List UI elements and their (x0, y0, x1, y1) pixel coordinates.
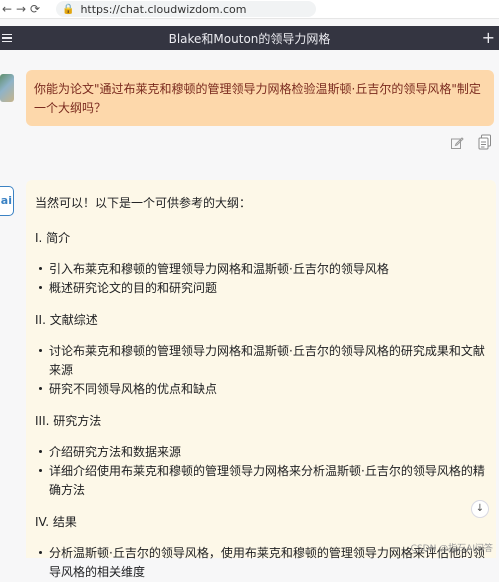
list-item: 概述研究论文的目的和研究问题 (35, 279, 486, 298)
browser-toolbar: ← → ⟳ 🔒 https://chat.cloudwizdom.com (0, 0, 499, 19)
url-text: https://chat.cloudwizdom.com (80, 2, 247, 16)
assistant-avatar: ai (0, 186, 14, 216)
edit-icon[interactable] (450, 136, 464, 150)
assistant-message-row: ai 当然可以！以下是一个可供参考的大纲： I. 简介 引入布莱克和穆顿的管理领… (0, 170, 499, 579)
assistant-intro: 当然可以！以下是一个可供参考的大纲： (35, 196, 252, 210)
chat-title: Blake和Mouton的领导力网格 (168, 31, 331, 46)
forward-icon[interactable]: → (14, 2, 28, 16)
chat-header: Blake和Mouton的领导力网格 + (0, 26, 499, 50)
user-message-text: 你能为论文"通过布莱克和穆顿的管理领导力网格检验温斯顿·丘吉尔的领导风格"制定一… (34, 82, 481, 115)
watermark: CSDN @指石AI问答 (410, 544, 493, 554)
outline-heading: II. 文献综述 (35, 313, 98, 327)
list-item: 引入布莱克和穆顿的管理领导力网格和温斯顿·丘吉尔的领导风格 (35, 260, 486, 279)
list-item: 介绍研究方法和数据来源 (35, 443, 486, 462)
reload-icon[interactable]: ⟳ (28, 2, 42, 16)
list-item: 讨论布莱克和穆顿的管理领导力网格和温斯顿·丘吉尔的领导风格的研究成果和文献来源 (35, 342, 486, 380)
menu-icon[interactable] (2, 26, 16, 50)
user-message: 你能为论文"通过布莱克和穆顿的管理领导力网格检验温斯顿·丘吉尔的领导风格"制定一… (26, 70, 494, 126)
user-message-row: 你能为论文"通过布莱克和穆顿的管理领导力网格检验温斯顿·丘吉尔的领导风格"制定一… (0, 50, 499, 170)
outline-list: 介绍研究方法和数据来源 详细介绍使用布莱克和穆顿的管理领导力网格来分析温斯顿·丘… (35, 443, 486, 500)
user-avatar (0, 74, 14, 102)
scroll-down-button[interactable]: ↓ (471, 500, 489, 518)
copy-icon[interactable] (478, 134, 492, 150)
new-chat-icon[interactable]: + (482, 26, 495, 50)
assistant-message: 当然可以！以下是一个可供参考的大纲： I. 简介 引入布莱克和穆顿的管理领导力网… (26, 180, 496, 579)
outline-heading: I. 简介 (35, 231, 71, 245)
list-item: 详细介绍使用布莱克和穆顿的管理领导力网格来分析温斯顿·丘吉尔的领导风格的精确方法 (35, 462, 486, 500)
outline-heading: IV. 结果 (35, 515, 77, 529)
list-item: 研究不同领导风格的优点和缺点 (35, 380, 486, 399)
outline-heading: III. 研究方法 (35, 414, 102, 428)
back-icon[interactable]: ← (0, 2, 14, 16)
outline-list: 引入布莱克和穆顿的管理领导力网格和温斯顿·丘吉尔的领导风格 概述研究论文的目的和… (35, 260, 486, 298)
address-bar[interactable]: 🔒 https://chat.cloudwizdom.com (56, 1, 316, 17)
lock-icon: 🔒 (62, 3, 75, 15)
outline-list: 讨论布莱克和穆顿的管理领导力网格和温斯顿·丘吉尔的领导风格的研究成果和文献来源 … (35, 342, 486, 399)
